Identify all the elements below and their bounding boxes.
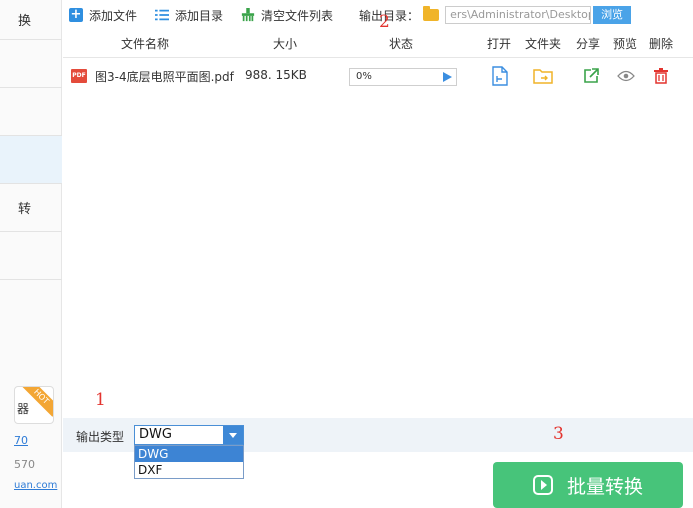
broom-icon <box>241 8 255 22</box>
dropdown-option-dxf[interactable]: DXF <box>135 462 243 478</box>
play-icon <box>532 475 553 495</box>
col-delete: 删除 <box>649 37 674 51</box>
website-link[interactable]: uan.com <box>14 480 57 491</box>
contact-link[interactable]: 70 <box>14 434 28 447</box>
output-type-select[interactable]: DWG <box>134 425 244 445</box>
sidebar-item-convert[interactable]: 换 <box>0 0 62 40</box>
plus-icon: + <box>69 7 83 22</box>
file-name: 图3-4底层电照平面图.pdf <box>95 70 234 84</box>
clear-list-label: 清空文件列表 <box>261 8 334 23</box>
progress-bar: 0% <box>349 68 457 86</box>
list-icon <box>155 8 170 22</box>
clear-list-button[interactable]: 清空文件列表 <box>241 0 333 30</box>
col-folder: 文件夹 <box>525 37 562 51</box>
col-preview: 预览 <box>613 37 638 51</box>
sidebar-item-label: 转 <box>18 202 32 217</box>
toolbar: + 添加文件 添加目录 清空文件列表 输出目录： ers\Administrat… <box>63 0 693 30</box>
dropdown-option-dwg[interactable]: DWG <box>135 446 243 462</box>
share-icon[interactable] <box>581 66 601 86</box>
output-path-input[interactable]: ers\Administrator\Desktop <box>445 6 592 24</box>
add-folder-button[interactable]: 添加目录 <box>155 0 223 30</box>
batch-convert-label: 批量转换 <box>566 475 643 498</box>
col-open: 打开 <box>487 37 512 51</box>
output-type-value: DWG <box>139 427 172 442</box>
sidebar-item-active[interactable] <box>0 136 62 184</box>
delete-trash-icon[interactable] <box>651 66 671 86</box>
sidebar-item-transfer[interactable]: 转 <box>0 184 62 232</box>
sidebar-item-label: 换 <box>18 14 32 29</box>
sidebar-item[interactable] <box>0 88 62 136</box>
file-table-header: 文件名称 大小 状态 打开 文件夹 分享 预览 删除 <box>63 30 693 58</box>
app-window: 换 转 HOT 器 70 570 uan.com + 添加文件 添加目录 清空文… <box>0 0 693 508</box>
add-file-button[interactable]: + 添加文件 <box>69 0 137 30</box>
chevron-down-icon[interactable] <box>223 426 243 444</box>
col-size: 大小 <box>273 37 298 51</box>
col-status: 状态 <box>389 37 414 51</box>
sidebar-item[interactable] <box>0 232 62 280</box>
batch-convert-button[interactable]: 批量转换 <box>493 462 683 508</box>
folder-icon <box>423 6 440 21</box>
output-type-label: 输出类型 <box>76 430 125 444</box>
col-share: 分享 <box>576 37 601 51</box>
table-row[interactable]: PDF 图3-4底层电照平面图.pdf 988. 15KB 0% <box>63 58 693 94</box>
add-folder-label: 添加目录 <box>175 8 224 23</box>
add-file-label: 添加文件 <box>89 8 138 23</box>
contact-number: 570 <box>14 458 35 471</box>
main-panel: + 添加文件 添加目录 清空文件列表 输出目录： ers\Administrat… <box>63 0 693 508</box>
sidebar: 换 转 HOT 器 70 570 uan.com <box>0 0 62 508</box>
annotation-number-3: 3 <box>553 424 564 444</box>
annotation-number-2: 2 <box>379 12 390 32</box>
open-file-icon[interactable] <box>490 66 510 86</box>
browse-button[interactable]: 浏览 <box>593 6 632 24</box>
preview-eye-icon[interactable] <box>616 66 636 86</box>
progress-text: 0% <box>356 71 372 82</box>
pdf-file-icon: PDF <box>71 69 87 83</box>
promo-tile-label: 器 <box>17 402 30 416</box>
open-folder-icon[interactable] <box>533 66 553 86</box>
file-size: 988. 15KB <box>245 68 307 82</box>
sidebar-item[interactable] <box>0 40 62 88</box>
play-icon[interactable] <box>443 72 452 82</box>
col-name: 文件名称 <box>121 37 170 51</box>
annotation-number-1: 1 <box>95 390 106 410</box>
output-type-dropdown: DWG DXF <box>134 445 244 479</box>
promo-tile[interactable]: HOT 器 <box>14 386 54 424</box>
